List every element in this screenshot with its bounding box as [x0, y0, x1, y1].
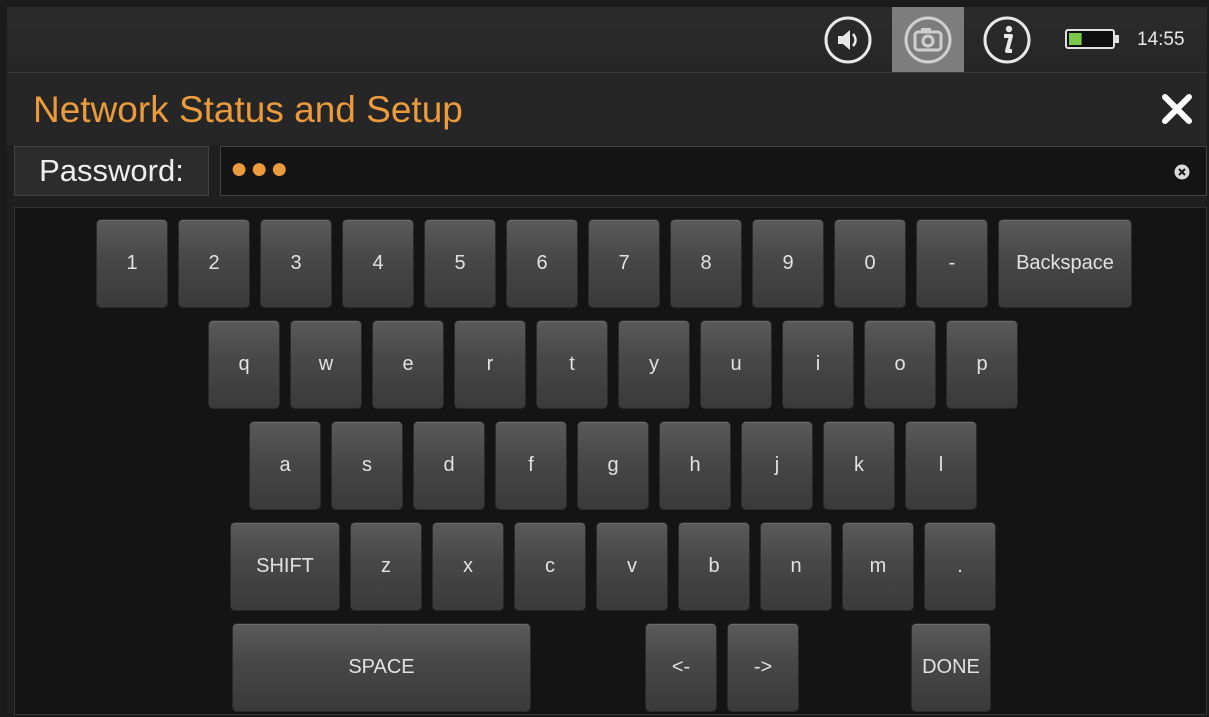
key-space[interactable]: SPACE — [232, 623, 531, 712]
speaker-icon — [824, 16, 872, 63]
page-title: Network Status and Setup — [33, 89, 463, 130]
key-cursor-left[interactable]: <- — [645, 623, 717, 712]
key-4[interactable]: 4 — [342, 219, 414, 308]
key-w[interactable]: w — [290, 320, 362, 409]
key-r[interactable]: r — [454, 320, 526, 409]
info-button[interactable] — [977, 7, 1037, 72]
key-p[interactable]: p — [946, 320, 1018, 409]
key-q[interactable]: q — [208, 320, 280, 409]
key-z[interactable]: z — [350, 522, 422, 611]
key-t[interactable]: t — [536, 320, 608, 409]
on-screen-keyboard: 1 2 3 4 5 6 7 8 9 0- Backspace q w e r t y u i o p a s d f g h j k l S… — [14, 207, 1207, 715]
key-f[interactable]: f — [495, 421, 567, 510]
key-s[interactable]: s — [331, 421, 403, 510]
key-n[interactable]: n — [760, 522, 832, 611]
key-5[interactable]: 5 — [424, 219, 496, 308]
key-m[interactable]: m — [842, 522, 914, 611]
camera-icon — [904, 16, 952, 63]
key-minus[interactable]: - — [916, 219, 988, 308]
clear-icon[interactable] — [1174, 164, 1190, 180]
screenshot-button[interactable] — [892, 7, 964, 72]
battery-icon — [1065, 29, 1119, 49]
clock-time: 14:55 — [1137, 29, 1185, 50]
key-l[interactable]: l — [905, 421, 977, 510]
key-e[interactable]: e — [372, 320, 444, 409]
close-icon[interactable] — [1157, 89, 1197, 129]
password-label: Password: — [14, 146, 209, 196]
key-u[interactable]: u — [700, 320, 772, 409]
key-backspace[interactable]: Backspace — [998, 219, 1132, 308]
key-done[interactable]: DONE — [911, 623, 991, 712]
key-9[interactable]: 9 — [752, 219, 824, 308]
key-h[interactable]: h — [659, 421, 731, 510]
status-bar: 14:55 — [7, 7, 1207, 73]
key-1[interactable]: 1 — [96, 219, 168, 308]
key-y[interactable]: y — [618, 320, 690, 409]
key-b[interactable]: b — [678, 522, 750, 611]
key-7[interactable]: 7 — [588, 219, 660, 308]
key-period[interactable]: . — [924, 522, 996, 611]
key-d[interactable]: d — [413, 421, 485, 510]
key-i[interactable]: i — [782, 320, 854, 409]
key-v[interactable]: v — [596, 522, 668, 611]
key-x[interactable]: x — [432, 522, 504, 611]
key-cursor-right[interactable]: -> — [727, 623, 799, 712]
device-screen: 14:55 Network Status and Setup Password:… — [7, 7, 1207, 715]
info-icon — [983, 16, 1031, 63]
key-0[interactable]: 0 — [834, 219, 906, 308]
key-c[interactable]: c — [514, 522, 586, 611]
key-shift[interactable]: SHIFT — [230, 522, 340, 611]
password-input[interactable]: ●●● — [220, 146, 1207, 196]
key-g[interactable]: g — [577, 421, 649, 510]
title-bar: Network Status and Setup — [7, 73, 1207, 145]
key-o[interactable]: o — [864, 320, 936, 409]
key-8[interactable]: 8 — [670, 219, 742, 308]
key-k[interactable]: k — [823, 421, 895, 510]
key-j[interactable]: j — [741, 421, 813, 510]
sound-button[interactable] — [817, 7, 879, 72]
key-3[interactable]: 3 — [260, 219, 332, 308]
key-6[interactable]: 6 — [506, 219, 578, 308]
key-2[interactable]: 2 — [178, 219, 250, 308]
key-a[interactable]: a — [249, 421, 321, 510]
